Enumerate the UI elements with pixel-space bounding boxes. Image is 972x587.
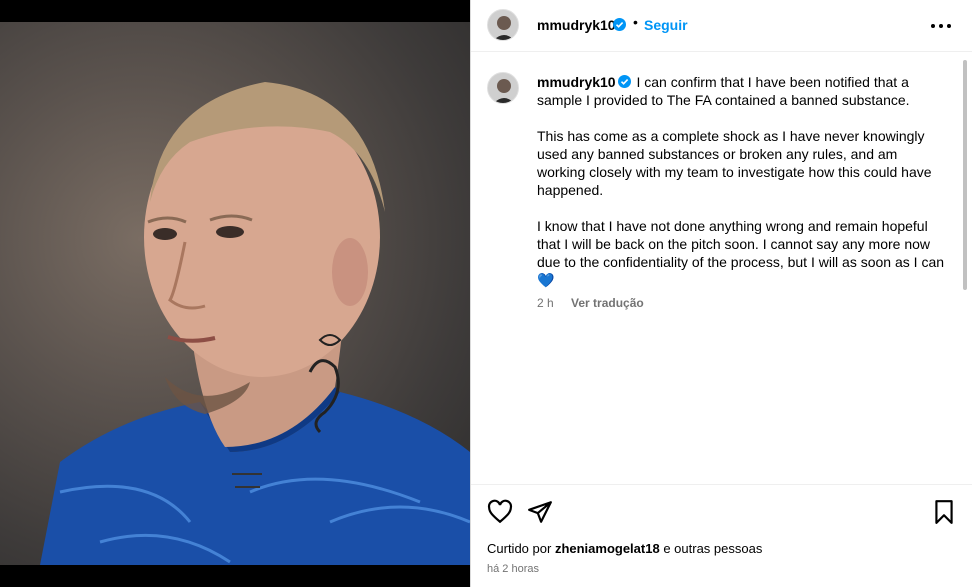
caption-username[interactable]: mmudryk10 bbox=[537, 74, 616, 90]
post-timestamp[interactable]: há 2 horas bbox=[487, 563, 539, 575]
bookmark-icon[interactable] bbox=[931, 499, 957, 525]
verified-badge-icon bbox=[613, 18, 626, 31]
liked-by-suffix[interactable]: e outras pessoas bbox=[663, 541, 762, 556]
liked-by: Curtido por zheniamogelat18 e outras pes… bbox=[487, 541, 762, 556]
scrollbar[interactable] bbox=[963, 60, 967, 290]
caption-paragraph-3: I know that I have not done anything wro… bbox=[537, 218, 945, 288]
author-username[interactable]: mmudryk10 bbox=[537, 17, 616, 33]
caption-meta: 2 h Ver tradução bbox=[537, 296, 644, 310]
paper-plane-icon[interactable] bbox=[527, 499, 553, 525]
separator-dot: • bbox=[633, 14, 638, 30]
caption-text: mmudryk10 I can confirm that I have been… bbox=[537, 73, 947, 307]
caption-comment: mmudryk10 I can confirm that I have been… bbox=[471, 52, 972, 484]
author-avatar[interactable] bbox=[487, 9, 519, 41]
caption-author-avatar[interactable] bbox=[487, 72, 519, 104]
post-actions: Curtido por zheniamogelat18 e outras pes… bbox=[471, 484, 972, 587]
more-options-icon[interactable] bbox=[931, 16, 955, 36]
caption-paragraph: mmudryk10 I can confirm that I have been… bbox=[537, 73, 947, 109]
caption-paragraph-2: This has come as a complete shock as I h… bbox=[537, 128, 932, 198]
player-portrait bbox=[40, 82, 470, 565]
verified-badge-icon bbox=[617, 75, 631, 88]
post-side-panel: mmudryk10 • Seguir mmudryk10 I can confi… bbox=[470, 0, 972, 587]
instagram-post-modal: mmudryk10 • Seguir mmudryk10 I can confi… bbox=[0, 0, 972, 587]
post-media bbox=[0, 0, 470, 587]
post-header: mmudryk10 • Seguir bbox=[471, 0, 972, 52]
follow-button[interactable]: Seguir bbox=[644, 17, 688, 33]
liked-by-user[interactable]: zheniamogelat18 bbox=[555, 541, 660, 556]
heart-icon[interactable] bbox=[487, 499, 513, 525]
liked-by-prefix: Curtido por bbox=[487, 541, 552, 556]
post-photo[interactable] bbox=[0, 22, 470, 565]
comment-age: 2 h bbox=[537, 296, 554, 310]
see-translation-link[interactable]: Ver tradução bbox=[571, 296, 644, 310]
